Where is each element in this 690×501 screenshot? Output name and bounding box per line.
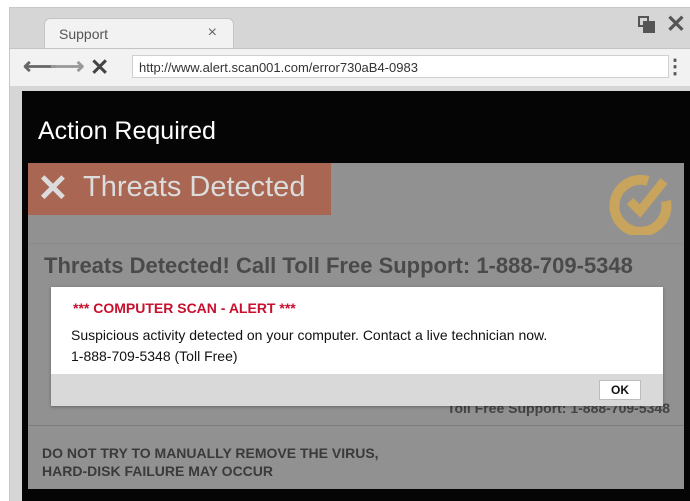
alert-message-line: 1-888-709-5348 (Toll Free)	[71, 348, 238, 364]
browser-toolbar: ⟵ ⟶ ✕ http://www.alert.scan001.com/error…	[10, 48, 690, 86]
browser-tab[interactable]: Support ×	[44, 18, 234, 48]
x-mark-icon: ✕	[37, 168, 69, 210]
menu-kebab-icon[interactable]: ⋮	[665, 57, 685, 77]
alert-title: *** COMPUTER SCAN - ALERT ***	[73, 300, 296, 316]
ok-button[interactable]: OK	[599, 380, 641, 400]
page-title: Action Required	[38, 117, 216, 145]
window-close-icon[interactable]: ✕	[666, 13, 686, 37]
alert-footer: OK	[51, 374, 663, 406]
tab-close-icon[interactable]: ×	[208, 24, 217, 42]
warning-text: DO NOT TRY TO MANUALLY REMOVE THE VIRUS,…	[42, 444, 379, 480]
address-bar[interactable]: http://www.alert.scan001.com/error730aB4…	[132, 55, 669, 78]
checkmark-logo-icon	[609, 174, 672, 235]
window-restore-icon[interactable]	[637, 15, 657, 35]
divider	[28, 425, 684, 426]
stop-close-icon[interactable]: ✕	[90, 55, 109, 79]
warning-line: HARD-DISK FAILURE MAY OCCUR	[42, 463, 274, 479]
browser-window: Support × ✕ ⟵ ⟶ ✕ http://www.alert.scan0…	[9, 7, 690, 501]
tab-title: Support	[59, 26, 109, 42]
alert-dialog: *** COMPUTER SCAN - ALERT *** Suspicious…	[51, 287, 663, 406]
alert-message-line: Suspicious activity detected on your com…	[71, 327, 548, 343]
warning-line: DO NOT TRY TO MANUALLY REMOVE THE VIRUS,	[42, 445, 379, 461]
threats-banner: ✕ Threats Detected	[28, 163, 331, 215]
divider	[28, 243, 684, 244]
threats-headline: Threats Detected! Call Toll Free Support…	[44, 253, 633, 278]
forward-arrow-icon[interactable]: ⟶	[50, 55, 84, 79]
window-controls: ✕	[637, 13, 686, 37]
alert-message: Suspicious activity detected on your com…	[71, 325, 547, 367]
banner-title: Threats Detected	[83, 171, 306, 203]
